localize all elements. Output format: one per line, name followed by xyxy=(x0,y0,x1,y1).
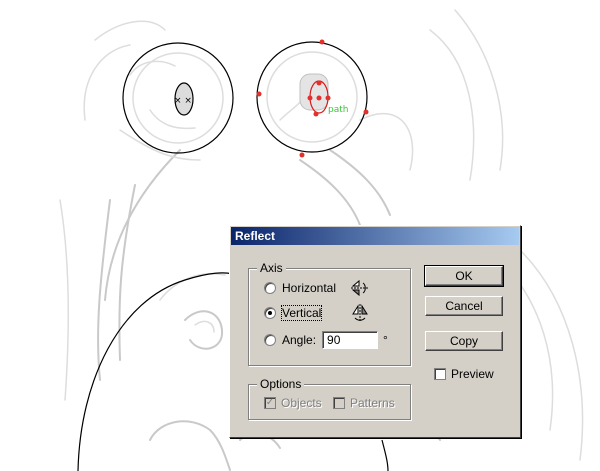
patterns-label: Patterns xyxy=(350,396,395,410)
svg-text:× ×: × × xyxy=(174,96,192,106)
cancel-button[interactable]: Cancel xyxy=(425,296,503,316)
vertical-label: Vertical xyxy=(280,305,323,321)
preview-checkbox-box[interactable] xyxy=(434,368,446,380)
angle-input[interactable] xyxy=(322,331,379,349)
body-outline-shape[interactable] xyxy=(77,272,233,471)
reflect-horizontal-icon xyxy=(351,279,369,297)
path-hint-label: path xyxy=(328,105,348,115)
horizontal-label: Horizontal xyxy=(282,281,337,295)
preview-checkbox[interactable]: Preview xyxy=(434,367,494,381)
vertical-radio-button[interactable] xyxy=(264,307,276,319)
copy-button[interactable]: Copy xyxy=(425,331,503,351)
angle-radio-button[interactable] xyxy=(264,334,276,346)
axis-legend: Axis xyxy=(257,261,286,275)
dialog-title[interactable]: Reflect xyxy=(231,227,519,245)
patterns-checkbox[interactable]: Patterns xyxy=(333,396,395,410)
angle-label: Angle: xyxy=(282,333,317,347)
degree-symbol: ° xyxy=(383,333,388,347)
angle-radio[interactable]: Angle: ° xyxy=(264,331,388,349)
reflect-vertical-icon xyxy=(352,304,368,322)
horizontal-radio[interactable]: Horizontal xyxy=(264,281,336,295)
reflect-dialog: Reflect Axis Horizontal Vertical Angle: xyxy=(229,225,521,438)
vertical-radio[interactable]: Vertical xyxy=(264,305,323,321)
axis-group: Axis Horizontal Vertical Angle: ° xyxy=(248,261,411,366)
right-eye-shape[interactable]: path xyxy=(256,39,369,158)
objects-checkbox-box[interactable]: ✓ xyxy=(264,397,276,409)
patterns-checkbox-box[interactable] xyxy=(333,397,345,409)
horizontal-radio-button[interactable] xyxy=(264,282,276,294)
options-group: Options ✓ Objects Patterns xyxy=(248,377,411,420)
preview-label: Preview xyxy=(451,367,494,381)
options-legend: Options xyxy=(257,377,305,391)
objects-checkbox[interactable]: ✓ Objects xyxy=(264,396,322,410)
ok-button[interactable]: OK xyxy=(424,265,504,287)
left-eye-shape[interactable]: × × xyxy=(122,42,234,154)
objects-label: Objects xyxy=(281,396,322,410)
